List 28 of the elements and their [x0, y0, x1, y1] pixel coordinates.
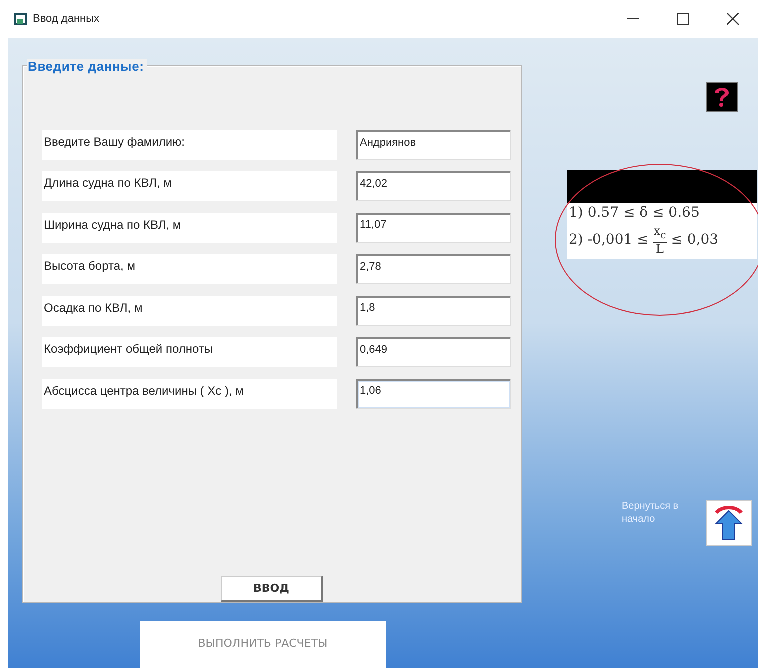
input-field[interactable]: 11,07 — [356, 212, 511, 243]
help-icon — [714, 86, 730, 108]
field-label: Длина судна по КВЛ, м — [42, 171, 337, 202]
calculate-button[interactable]: ВЫПОЛНИТЬ РАСЧЕТЫ — [140, 621, 386, 668]
condition-text: 1) 0.57 ≤ δ ≤ 0.65 — [569, 205, 701, 221]
return-label: Вернуться в начало — [622, 500, 680, 526]
field-label: Осадка по КВЛ, м — [42, 296, 337, 326]
field-label: Абсцисса центра величины ( Xc ), м — [42, 378, 337, 409]
group-legend: Введите данные: — [27, 59, 148, 74]
up-arrow-icon — [714, 505, 744, 542]
field-label: Высота борта, м — [42, 254, 337, 284]
minimize-icon — [627, 18, 639, 20]
submit-button[interactable]: ВВОД — [221, 576, 323, 602]
input-field[interactable]: 2,78 — [356, 254, 511, 284]
field-label: Введите Вашу фамилию: — [42, 130, 337, 160]
input-field[interactable]: 42,02 — [356, 171, 511, 202]
maximize-icon — [677, 13, 689, 25]
home-button[interactable] — [706, 500, 752, 546]
input-field[interactable]: 0,649 — [356, 337, 511, 368]
help-button[interactable] — [706, 82, 738, 112]
input-field[interactable]: Андриянов — [356, 130, 511, 160]
window-title: Ввод данных — [33, 13, 100, 25]
field-label: Коэффициент общей полноты — [42, 337, 337, 368]
field-label: Ширина судна по КВЛ, м — [42, 212, 337, 243]
window-icon — [14, 13, 27, 25]
input-field[interactable]: 1,8 — [356, 296, 511, 326]
input-field[interactable]: 1,06 — [356, 378, 511, 409]
close-icon — [727, 13, 739, 25]
